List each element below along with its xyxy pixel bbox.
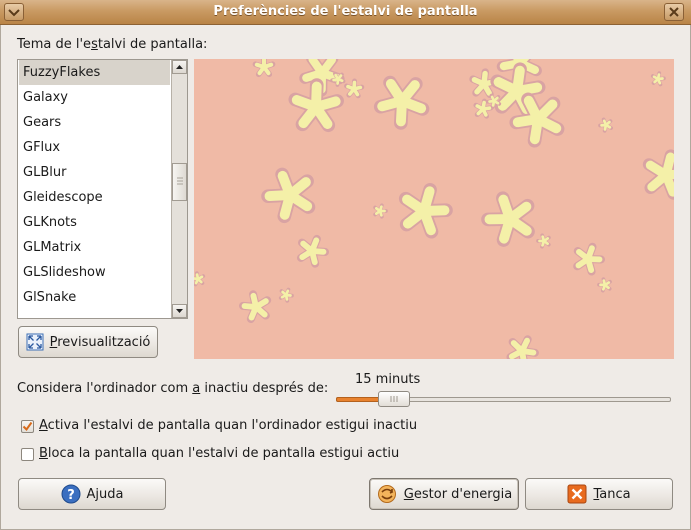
theme-list[interactable]: FuzzyFlakes Galaxy Gears GFlux GLBlur Gl… <box>17 59 188 319</box>
help-button-label: Ajuda <box>86 486 124 502</box>
arrow-down-icon <box>176 309 183 313</box>
snowflake-shape <box>252 59 276 78</box>
snowflake-shape <box>278 287 294 303</box>
snowflake-shape <box>481 191 535 247</box>
close-window-button[interactable] <box>664 3 684 21</box>
idle-value: 15 minuts <box>355 372 421 387</box>
snowflake-shape <box>642 149 674 200</box>
snowflakes-graphic <box>194 59 674 359</box>
list-item-gleidescope[interactable]: Gleidescope <box>19 185 170 210</box>
snowflake-shape <box>650 71 666 87</box>
snowflake-shape <box>288 78 344 133</box>
help-icon: ? <box>61 484 80 504</box>
checkmark-icon <box>22 421 33 432</box>
activate-label[interactable]: Activa l'estalvi de pantalla quan l'ordi… <box>39 418 417 433</box>
snowflake-shape <box>398 183 453 239</box>
arrow-up-icon <box>176 65 183 69</box>
list-item-fuzzyflakes[interactable]: FuzzyFlakes <box>19 60 170 85</box>
power-manager-button[interactable]: Gestor d'energia <box>369 478 519 510</box>
preview-button-label: Previsualització <box>49 334 151 350</box>
list-item-glmatrix[interactable]: GLMatrix <box>19 235 170 260</box>
fullscreen-icon <box>26 333 44 351</box>
idle-slider-handle[interactable] <box>378 391 411 407</box>
list-item-glsnake[interactable]: GlSnake <box>19 285 170 310</box>
help-button[interactable]: ? Ajuda <box>18 478 166 510</box>
theme-label-text: Tema de l'estalvi de pantalla: <box>17 37 208 52</box>
snowflake-shape <box>194 271 206 287</box>
power-manager-button-label: Gestor d'energia <box>403 486 513 502</box>
snowflake-shape <box>261 167 316 224</box>
list-item-glknots[interactable]: GLKnots <box>19 210 170 235</box>
screensaver-preview <box>194 59 674 359</box>
list-item-gflux[interactable]: GFlux <box>19 135 170 160</box>
list-item-glblur[interactable]: GLBlur <box>19 160 170 185</box>
close-button-label: Tanca <box>593 486 631 502</box>
theme-label: Tema de l'estalvi de pantalla: <box>17 37 207 52</box>
snowflake-shape <box>373 75 430 130</box>
snowflake-shape <box>373 203 388 219</box>
lock-checkbox[interactable] <box>21 448 34 461</box>
title-bar[interactable]: Preferències de l'estalvi de pantalla <box>0 0 691 25</box>
lock-label[interactable]: Bloca la pantalla quan l'estalvi de pant… <box>39 446 399 461</box>
list-item-galaxy[interactable]: Galaxy <box>19 85 170 110</box>
snowflake-shape <box>344 78 365 99</box>
grip-icon <box>177 177 183 185</box>
snowflake-shape <box>598 117 614 133</box>
snowflake-shape <box>239 290 272 323</box>
scroll-up-button[interactable] <box>172 60 187 74</box>
scroll-thumb[interactable] <box>172 163 187 201</box>
window-title: Preferències de l'estalvi de pantalla <box>213 4 478 19</box>
power-icon <box>377 485 396 503</box>
snowflake-shape <box>296 234 329 268</box>
grip-icon <box>390 396 398 402</box>
list-item-glslideshow[interactable]: GLSlideshow <box>19 260 170 285</box>
snowflake-shape <box>573 242 606 276</box>
svg-text:?: ? <box>67 488 75 503</box>
scroll-down-button[interactable] <box>172 304 187 318</box>
close-icon <box>669 7 679 17</box>
snowflake-shape <box>597 277 612 293</box>
snowflake-shape <box>506 335 539 359</box>
list-scrollbar[interactable] <box>171 60 187 318</box>
close-button[interactable]: Tanca <box>525 478 673 510</box>
idle-label: Considera l'ordinador com a inactiu desp… <box>17 381 329 396</box>
list-item-gears[interactable]: Gears <box>19 110 170 135</box>
close-icon <box>567 484 587 504</box>
snowflake-shape <box>536 233 551 249</box>
preview-button[interactable]: Previsualització <box>18 326 158 358</box>
activate-checkbox[interactable] <box>21 420 34 433</box>
